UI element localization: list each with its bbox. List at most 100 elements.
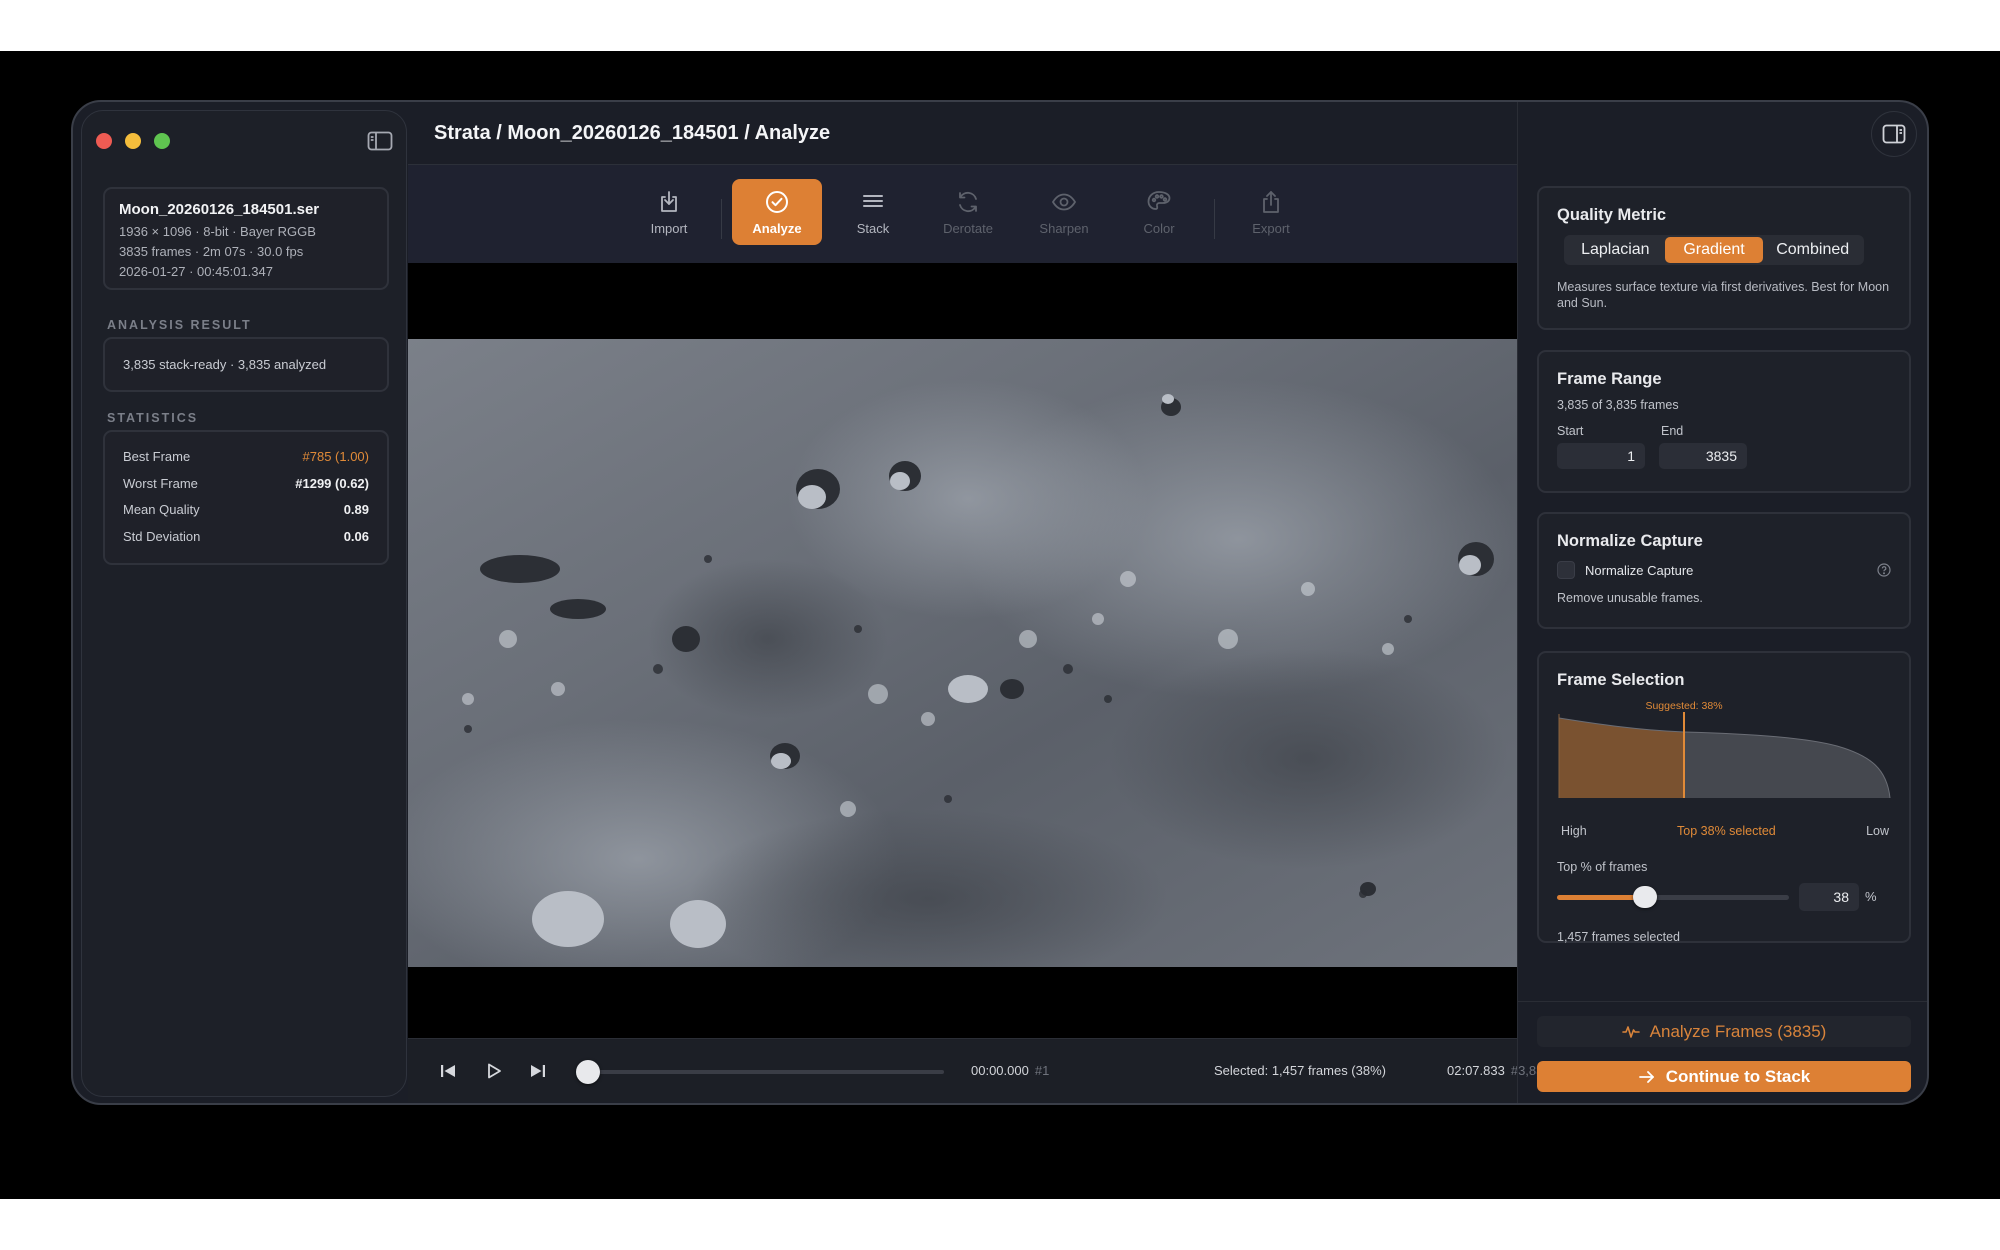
toolbar-separator [721,199,722,239]
image-viewer[interactable] [408,263,1517,1038]
std-deviation-value: 0.06 [343,528,369,544]
top-percent-field[interactable]: 38 [1799,883,1859,911]
metric-option-gradient[interactable]: Gradient [1664,237,1764,263]
tool-stack[interactable]: Stack [828,179,918,245]
tool-label: Import [650,220,688,236]
play-icon[interactable] [484,1061,504,1081]
analyze-frames-button[interactable]: Analyze Frames (3835) [1537,1016,1911,1047]
file-frames: 3835 frames · 2m 07s · 30.0 fps [119,244,304,259]
inspector-toggle-icon[interactable] [1871,111,1917,157]
tool-analyze[interactable]: Analyze [732,179,822,245]
stat-row-std: Std Deviation 0.06 [123,524,369,551]
file-resolution: 1936 × 1096 · 8-bit · Bayer RGGB [119,224,316,239]
start-label: Start [1557,424,1584,438]
normalize-capture-row: Normalize Capture [1557,561,1891,579]
sidebar-toggle-icon[interactable] [367,131,393,151]
timeline-scrubber-handle[interactable] [576,1060,600,1084]
playback-bar: 00:00.000 #1 Selected: 1,457 frames (38%)… [408,1038,1551,1102]
actions-divider [1518,1001,1927,1002]
stat-row-mean: Mean Quality 0.89 [123,497,369,524]
statistics-card: Best Frame #785 (1.00) Worst Frame #1299 (… [103,430,389,565]
end-time-value: 02:07.833 [1447,1063,1505,1078]
best-frame-value[interactable]: #785 (1.00) [303,444,370,471]
toolbar-separator [1214,199,1215,239]
top-percent-slider-row: 38 % [1557,882,1891,912]
frame-range-inputs: 1 3835 [1557,443,1891,469]
quality-metric-card: Quality Metric Laplacian Gradient Combin… [1537,186,1911,330]
arrow-right-icon [1638,1070,1654,1083]
tool-sharpen[interactable]: Sharpen [1019,179,1109,245]
close-window-button[interactable] [96,133,112,149]
skip-forward-icon[interactable] [528,1061,548,1081]
metric-option-combined[interactable]: Combined [1763,237,1862,263]
top-percent-slider-fill [1557,895,1646,900]
tool-label: Derotate [943,220,993,236]
current-time: 00:00.000 #1 [971,1063,1049,1078]
window-controls [96,133,170,149]
mean-quality-value: 0.89 [343,502,369,517]
top-percent-label: Top % of frames [1557,860,1648,874]
metric-option-laplacian[interactable]: Laplacian [1566,237,1665,263]
inspector-divider [1517,102,1518,1103]
frame-range-summary: 3,835 of 3,835 frames [1557,398,1679,412]
app-window: Moon_20260126_184501.ser 1936 × 1096 · 8… [71,100,1929,1105]
quality-distribution-curve[interactable]: Suggested: 38% [1557,700,1892,820]
normalize-capture-checkbox[interactable] [1557,561,1575,579]
current-time-value: 00:00.000 [971,1063,1029,1078]
start-frame-field[interactable]: 1 [1557,443,1645,469]
tool-import[interactable]: Import [624,179,714,245]
tool-label: Export [1252,220,1290,236]
normalize-capture-card: Normalize Capture Normalize Capture Remo… [1537,512,1911,629]
continue-to-stack-button[interactable]: Continue to Stack [1537,1061,1911,1092]
stat-row-worst: Worst Frame #1299 (0.62) [123,471,369,498]
end-time: 02:07.833 #3,834 [1447,1063,1551,1078]
top-percent-slider-handle[interactable] [1633,886,1658,908]
timeline-scrubber[interactable] [578,1070,944,1074]
tool-label: Stack [856,220,890,236]
frame-selection-title: Frame Selection [1557,671,1685,689]
worst-frame-value: #1299 (0.62) [295,475,369,491]
workflow-toolbar: Import Analyze Stack Derotate Sharpen Co… [408,165,1517,263]
quality-metric-title: Quality Metric [1557,206,1667,224]
info-icon[interactable] [1877,563,1891,577]
frames-selected-count: 1,457 frames selected [1557,930,1680,944]
sidebar: Moon_20260126_184501.ser 1936 × 1096 · 8… [81,110,407,1097]
tool-label: Analyze [752,220,802,236]
curve-label-high: High [1561,824,1587,838]
percent-sign: % [1865,889,1877,904]
file-info-card: Moon_20260126_184501.ser 1936 × 1096 · 8… [103,187,389,290]
frame-range-labels: Start End [1557,424,1891,438]
tool-export[interactable]: Export [1226,179,1316,245]
zoom-window-button[interactable] [154,133,170,149]
tool-color[interactable]: Color [1114,179,1204,245]
end-frame-field[interactable]: 3835 [1659,443,1747,469]
tool-derotate[interactable]: Derotate [923,179,1013,245]
selected-frames-status: Selected: 1,457 frames (38%) [1214,1063,1386,1078]
stat-key: Std Deviation [123,528,201,544]
minimize-window-button[interactable] [125,133,141,149]
tool-label: Color [1143,220,1175,236]
import-icon [661,190,677,212]
frame-selection-card: Frame Selection Suggested: 38% High Top … [1537,651,1911,944]
palette-icon [1147,190,1171,210]
curve-label-low: Low [1866,824,1889,838]
current-frame-number: #1 [1034,1063,1050,1078]
check-circle-icon [766,190,788,213]
share-icon [1263,190,1279,213]
layers-icon [863,194,883,207]
stat-key: Best Frame [123,449,191,464]
skip-back-icon[interactable] [438,1061,458,1081]
stat-row-best: Best Frame #785 (1.00) [123,444,369,471]
analyze-frames-label: Analyze Frames (3835) [1649,1021,1827,1041]
analysis-result-heading: ANALYSIS RESULT [107,318,252,332]
end-label: End [1661,424,1684,438]
suggested-threshold-label: Suggested: 38% [1645,700,1722,712]
file-name: Moon_20260126_184501.ser [119,201,320,218]
continue-to-stack-label: Continue to Stack [1665,1066,1811,1086]
normalize-capture-label[interactable]: Normalize Capture [1585,563,1693,578]
waveform-icon [1621,1025,1640,1038]
stat-key: Worst Frame [123,475,198,491]
frame-range-card: Frame Range 3,835 of 3,835 frames Start … [1537,350,1911,493]
quality-metric-segmented-control: Laplacian Gradient Combined [1564,235,1864,265]
statistics-heading: STATISTICS [107,411,199,425]
